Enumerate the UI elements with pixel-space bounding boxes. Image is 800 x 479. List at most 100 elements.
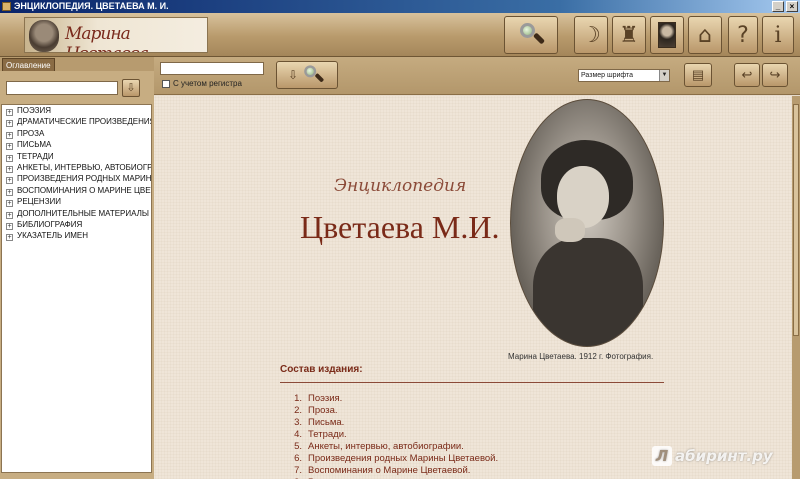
tree-item-label: УКАЗАТЕЛЬ ИМЕН bbox=[17, 231, 89, 241]
toc-item-text: Произведения родных Марины Цветаевой. bbox=[308, 453, 499, 464]
watermark: Лабиринт.ру bbox=[652, 446, 792, 470]
minimize-button[interactable]: _ bbox=[772, 1, 784, 12]
tree-item-label: ДРАМАТИЧЕСКИЕ ПРОИЗВЕДЕНИЯ bbox=[17, 117, 151, 127]
close-button[interactable]: × bbox=[786, 1, 798, 12]
toc-item[interactable]: 7. Воспоминания о Марине Цветаевой. bbox=[290, 465, 498, 477]
tree-item-label: РЕЦЕНЗИИ bbox=[17, 197, 62, 207]
logo-portrait bbox=[29, 20, 59, 52]
vertical-scrollbar[interactable] bbox=[792, 96, 800, 479]
tree-item[interactable]: + ДОПОЛНИТЕЛЬНЫЕ МАТЕРИАЛЫ bbox=[2, 208, 151, 219]
tree-item-label: ПРОЗА bbox=[17, 128, 45, 138]
window-title: ЭНЦИКЛОПЕДИЯ. ЦВЕТАЕВА М. И. bbox=[14, 1, 169, 11]
expand-icon[interactable]: + bbox=[6, 211, 13, 219]
expand-icon[interactable]: + bbox=[6, 120, 13, 128]
tree-item[interactable]: + ПРОИЗВЕДЕНИЯ РОДНЫХ МАРИНЫ bbox=[2, 173, 151, 185]
monument-button[interactable]: ♜ bbox=[612, 16, 646, 54]
content-page: Энциклопедия Цветаева М.И. Марина Цветае… bbox=[154, 96, 792, 479]
main-toolbar: Марина Цветаева ☽ ♜ ⌂ ? i bbox=[0, 13, 800, 57]
info-button[interactable]: i bbox=[762, 16, 794, 54]
expand-icon[interactable]: + bbox=[6, 154, 13, 162]
toc-item-number: 6. bbox=[294, 453, 302, 464]
tab-contents[interactable]: Оглавление bbox=[2, 58, 55, 71]
tree-item[interactable]: + ПИСЬМА bbox=[2, 139, 151, 151]
book-button[interactable]: ⌂ bbox=[688, 16, 722, 54]
expand-icon[interactable]: + bbox=[6, 222, 13, 230]
back-arrow-icon: ↩ bbox=[741, 67, 753, 82]
help-button[interactable]: ? bbox=[728, 16, 758, 54]
toc-item-number: 3. bbox=[294, 417, 302, 428]
toc-item-text: Тетради. bbox=[308, 429, 347, 440]
toc-item[interactable]: 5. Анкеты, интервью, автобиографии. bbox=[290, 441, 498, 453]
encyclopedia-title: Цветаева М.И. bbox=[300, 209, 500, 245]
toc-item-text: Поэзия. bbox=[308, 393, 343, 404]
monument-icon: ♜ bbox=[619, 22, 639, 48]
arrow-down-icon: ⇩ bbox=[126, 82, 136, 94]
sidebar-header: Оглавление bbox=[0, 57, 154, 71]
watermark-logo: Л bbox=[652, 446, 672, 466]
tree-item[interactable]: + ПОЭЗИЯ bbox=[2, 105, 151, 116]
expand-icon[interactable]: + bbox=[6, 200, 13, 208]
expand-icon[interactable]: + bbox=[6, 234, 13, 242]
tree-item[interactable]: + БИБЛИОГРАФИЯ bbox=[2, 219, 151, 230]
toc-item-number: 4. bbox=[294, 429, 302, 440]
main-area: С учетом регистра ⇩ Размер шрифта ▼ ▤ ↩ … bbox=[154, 57, 800, 479]
expand-icon[interactable]: + bbox=[6, 177, 13, 185]
help-icon: ? bbox=[737, 22, 749, 48]
contents-tree: + ПОЭЗИЯ + ДРАМАТИЧЕСКИЕ ПРОИЗВЕДЕНИЯ + ПРОЗА… bbox=[1, 104, 152, 473]
forward-button[interactable]: ↪ bbox=[762, 63, 788, 87]
expand-icon[interactable]: + bbox=[6, 188, 13, 196]
watermark-text: абиринт.ру bbox=[675, 447, 773, 465]
tree-item-label: ПРОИЗВЕДЕНИЯ РОДНЫХ МАРИНЫ bbox=[17, 174, 151, 184]
toc-item-text: Воспоминания о Марине Цветаевой. bbox=[308, 465, 471, 476]
tree-item[interactable]: + УКАЗАТЕЛЬ ИМЕН bbox=[2, 230, 151, 242]
scrollbar-thumb[interactable] bbox=[793, 104, 799, 336]
toc-item-text: Анкеты, интервью, автобиографии. bbox=[308, 441, 464, 452]
tree-item[interactable]: + ДРАМАТИЧЕСКИЕ ПРОИЗВЕДЕНИЯ bbox=[2, 116, 151, 128]
toc-item[interactable]: 3. Письма. bbox=[290, 417, 498, 429]
expand-icon[interactable]: + bbox=[6, 131, 13, 139]
find-button[interactable]: ⇩ bbox=[276, 61, 338, 89]
app-icon bbox=[2, 2, 11, 11]
tree-item[interactable]: + ПРОЗА bbox=[2, 128, 151, 139]
font-size-selected: Размер шрифта bbox=[581, 72, 634, 79]
toc-item-number: 5. bbox=[294, 441, 302, 452]
section-title: Состав издания: bbox=[280, 364, 363, 375]
search-button[interactable] bbox=[504, 16, 558, 54]
tree-item-label: ПИСЬМА bbox=[17, 140, 52, 150]
info-icon: i bbox=[774, 22, 782, 48]
toc-item[interactable]: 1. Поэзия. bbox=[290, 393, 498, 405]
tree-item[interactable]: + РЕЦЕНЗИИ bbox=[2, 196, 151, 208]
sidebar: Оглавление ⇩ + ПОЭЗИЯ + ДРАМАТИЧЕСКИЕ ПРОИЗ… bbox=[0, 57, 154, 479]
search-icon bbox=[303, 65, 325, 86]
expand-icon[interactable]: + bbox=[6, 143, 13, 151]
encyclopedia-subtitle: Энциклопедия bbox=[334, 176, 467, 196]
mask-button[interactable]: ☽ bbox=[574, 16, 608, 54]
tree-item-label: ПОЭЗИЯ bbox=[17, 106, 51, 115]
tree-item[interactable]: + ВОСПОМИНАНИЯ О МАРИНЕ ЦВЕТ bbox=[2, 185, 151, 196]
mask-icon: ☽ bbox=[581, 22, 601, 48]
forward-arrow-icon: ↪ bbox=[769, 67, 781, 82]
expand-icon[interactable]: + bbox=[6, 109, 13, 116]
toc-item[interactable]: 2. Проза. bbox=[290, 405, 498, 417]
tree-item[interactable]: + АНКЕТЫ, ИНТЕРВЬЮ, АВТОБИОГРА bbox=[2, 162, 151, 173]
text-search-input[interactable] bbox=[160, 62, 264, 75]
expand-icon[interactable]: + bbox=[6, 165, 13, 173]
portrait-icon bbox=[658, 22, 676, 48]
checkbox-box[interactable] bbox=[162, 79, 170, 88]
portrait-button[interactable] bbox=[650, 16, 684, 54]
tree-item-label: БИБЛИОГРАФИЯ bbox=[17, 219, 83, 229]
sidebar-go-button[interactable]: ⇩ bbox=[122, 79, 140, 97]
tree-item[interactable]: + ТЕТРАДИ bbox=[2, 151, 151, 162]
logo-signature: Марина Цветаева bbox=[65, 24, 149, 52]
tree-item-label: АНКЕТЫ, ИНТЕРВЬЮ, АВТОБИОГРА bbox=[17, 162, 151, 172]
sidebar-search-input[interactable] bbox=[6, 81, 118, 95]
toc-item[interactable]: 4. Тетради. bbox=[290, 429, 498, 441]
case-sensitive-checkbox[interactable]: С учетом регистра bbox=[162, 79, 242, 88]
toc-item-text: Проза. bbox=[308, 405, 338, 416]
print-button[interactable]: ▤ bbox=[684, 63, 712, 87]
back-button[interactable]: ↩ bbox=[734, 63, 760, 87]
font-size-select[interactable]: Размер шрифта ▼ bbox=[578, 69, 670, 82]
toc-item[interactable]: 6. Произведения родных Марины Цветаевой. bbox=[290, 453, 498, 465]
chevron-down-icon[interactable]: ▼ bbox=[659, 70, 669, 81]
tree-item-label: ТЕТРАДИ bbox=[17, 151, 54, 161]
